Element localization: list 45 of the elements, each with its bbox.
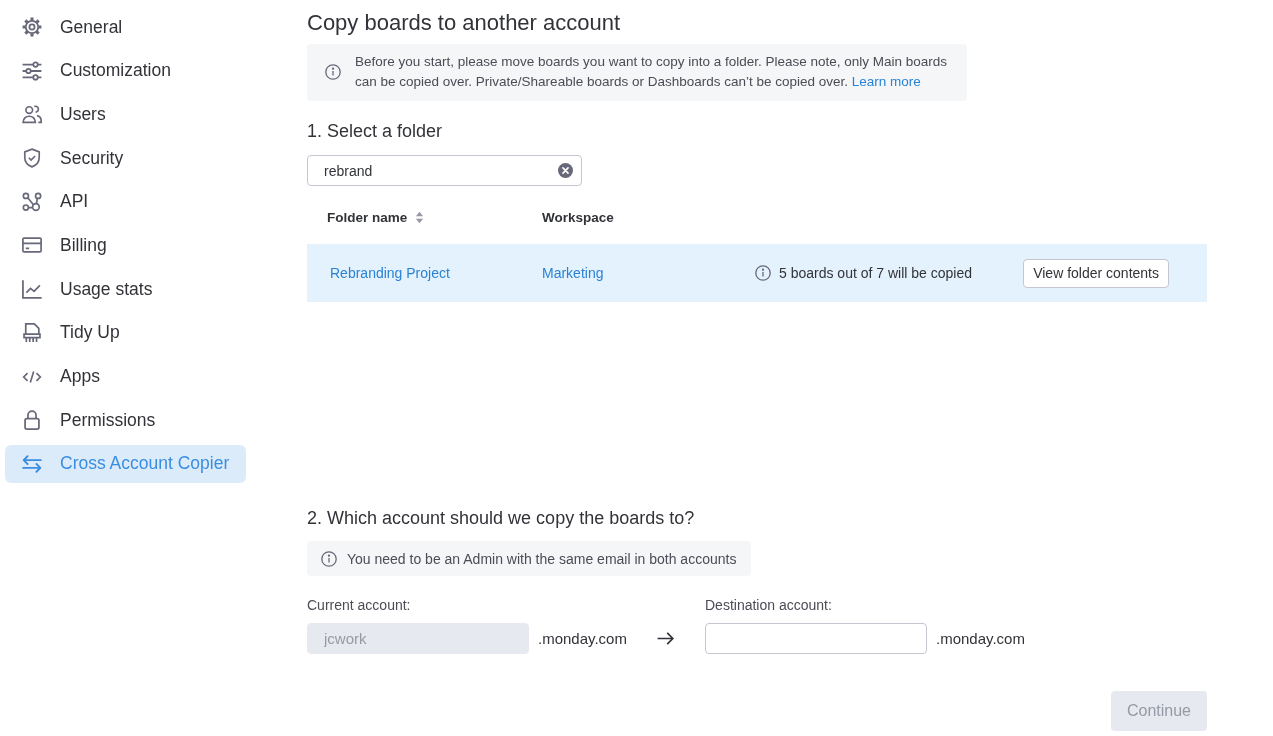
notice-text: You need to be an Admin with the same email in both accounts	[347, 549, 737, 569]
copy-status-text: 5 boards out of 7 will be copied	[779, 265, 972, 281]
search-field[interactable]: rebrand	[307, 155, 582, 186]
sidebar-item[interactable]: Usage stats	[5, 270, 246, 309]
arrow-right-icon	[657, 632, 674, 645]
column-header[interactable]: Folder name	[327, 209, 425, 225]
field-label: Destination account:	[705, 597, 832, 613]
sort-icon	[415, 210, 425, 224]
table-row[interactable]: Rebranding Project Marketing 5 boards out of 7 will be copied View folder contents	[307, 244, 1207, 302]
line-chart-icon	[22, 279, 42, 300]
shield-check-icon	[22, 148, 42, 169]
sidebar-item[interactable]: Permissions	[5, 401, 246, 440]
destination-account-field[interactable]	[705, 623, 927, 654]
sidebar-item[interactable]: API	[5, 182, 246, 221]
sidebar-item[interactable]: Customization	[5, 51, 246, 90]
brush-icon	[22, 322, 42, 343]
domain-suffix: .monday.com	[538, 630, 627, 647]
sidebar-item[interactable]: Security	[5, 139, 246, 178]
sidebar-item[interactable]: Apps	[5, 357, 246, 396]
info-icon	[325, 64, 341, 80]
learn-more-link[interactable]: Learn more	[851, 74, 921, 89]
folder-link[interactable]: Rebranding Project	[330, 265, 450, 281]
nodes-icon	[22, 191, 42, 212]
section-heading: 2. Which account should we copy the boards to?	[307, 507, 695, 530]
domain-suffix: .monday.com	[936, 630, 1025, 647]
workspace-link[interactable]: Marketing	[542, 265, 604, 281]
card-icon	[22, 235, 42, 256]
info-icon	[755, 265, 771, 281]
field-label: Current account:	[307, 597, 411, 613]
section-heading: 1. Select a folder	[307, 120, 443, 143]
swap-arrows-icon	[22, 453, 42, 474]
view-folder-contents-button[interactable]: View folder contents	[1023, 258, 1169, 288]
page-title: Copy boards to another account	[307, 9, 621, 37]
sliders-icon	[22, 60, 42, 81]
sidebar-item[interactable]: General	[5, 8, 246, 46]
notice-text: Before you start, please move boards you want to copy into a folder. Please note, only Main boards can be copied over. Private/Shareable boards or Dashboards can’t be copied over. Learn more	[355, 53, 949, 91]
users-icon	[22, 104, 42, 125]
info-icon	[321, 550, 337, 567]
sidebar-item[interactable]: Users	[5, 95, 246, 134]
clear-icon[interactable]	[558, 163, 573, 178]
sidebar-item[interactable]: Tidy Up	[5, 313, 246, 352]
sidebar-item[interactable]: Billing	[5, 226, 246, 265]
lock-icon	[22, 410, 42, 431]
column-header: Workspace	[542, 209, 614, 225]
gear-icon	[22, 17, 42, 37]
